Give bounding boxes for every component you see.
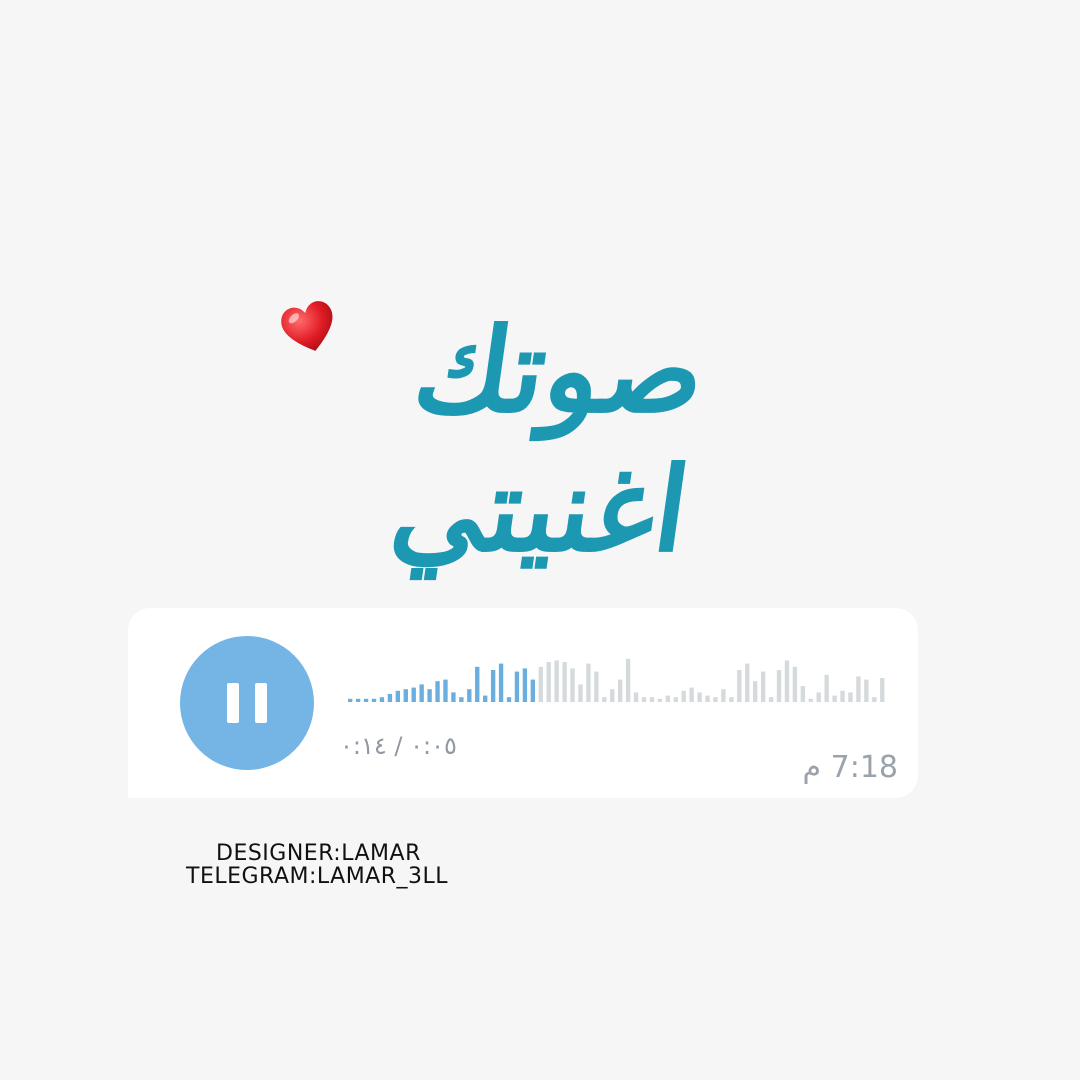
waveform-bar: [570, 668, 575, 702]
waveform-bar: [475, 666, 480, 702]
waveform-bar: [387, 694, 393, 702]
waveform-bar: [737, 670, 742, 702]
waveform-bar: [721, 689, 726, 702]
waveform-bar: [586, 663, 591, 702]
waveform-bar: [880, 678, 885, 702]
waveform-bar: [443, 679, 448, 702]
waveform-bar: [625, 658, 631, 702]
waveform-bar: [498, 663, 504, 702]
title-text: صوتك اغنيتي: [383, 303, 714, 579]
waveform-bar: [729, 697, 734, 702]
waveform-bar: [856, 676, 861, 702]
waveform-bar: [467, 689, 472, 702]
waveform-bar: [506, 697, 512, 702]
waveform-bar: [824, 674, 829, 702]
waveform-bar: [594, 671, 599, 702]
waveform-bar: [348, 698, 353, 702]
waveform-bar: [546, 662, 551, 702]
waveform-bar: [483, 695, 488, 702]
waveform-bar: [427, 689, 432, 702]
waveform-bar: [459, 697, 464, 702]
waveform-bar: [872, 697, 877, 702]
waveform-bar: [689, 687, 694, 702]
waveform-bar: [760, 671, 766, 702]
duration-text: ٠:٠٥ / ٠:١٤: [340, 732, 457, 760]
message-time: 7:18 م: [802, 750, 899, 785]
waveform-bar: [514, 671, 520, 702]
waveform-bar: [665, 695, 671, 702]
waveform-bar: [776, 670, 782, 702]
waveform-bar: [784, 660, 790, 702]
waveform-bar: [379, 697, 385, 702]
waveform-bar: [419, 684, 424, 702]
waveform-bar: [681, 690, 686, 702]
calligraphy-title: صوتك اغنيتي: [262, 232, 838, 578]
waveform-bar: [490, 670, 496, 702]
waveform-bar: [403, 689, 408, 702]
waveform-bar: [864, 679, 869, 702]
waveform-bar: [649, 697, 655, 702]
waveform-bar: [363, 698, 369, 702]
waveform-bar: [610, 689, 615, 702]
waveform-bar: [451, 692, 456, 702]
waveform-bar: [578, 684, 583, 702]
waveform-bar: [562, 662, 567, 702]
credits: DESIGNER:LAMAR TELEGRAM:LAMAR_3LL: [186, 842, 448, 888]
voice-message-bubble: ٠:٠٥ / ٠:١٤ 7:18 م: [128, 608, 918, 798]
waveform-bar: [808, 698, 813, 702]
waveform-bar: [816, 692, 821, 702]
audio-waveform[interactable]: [348, 654, 888, 704]
waveform-bar: [705, 695, 710, 702]
pause-button[interactable]: [180, 636, 314, 770]
canvas: صوتك اغنيتي ٠:٠٥ / ٠:١٤ 7:18 م DESIGNER:…: [0, 0, 1080, 1080]
waveform-bar: [800, 686, 806, 702]
waveform-bar: [554, 660, 559, 702]
waveform-bar: [530, 679, 536, 702]
waveform-bar: [792, 666, 798, 702]
pause-icon: [227, 683, 267, 723]
waveform-bar: [538, 666, 543, 702]
waveform-bar: [371, 698, 377, 702]
waveform-bar: [355, 698, 361, 702]
telegram-credit: TELEGRAM:LAMAR_3LL: [186, 864, 449, 889]
waveform-bar: [673, 697, 678, 702]
designer-credit: DESIGNER:LAMAR: [216, 841, 421, 866]
waveform-bar: [753, 681, 758, 702]
waveform-bar: [395, 690, 401, 702]
waveform-bar: [840, 690, 845, 702]
waveform-bar: [522, 668, 528, 702]
waveform-bar: [697, 692, 702, 702]
waveform-bar: [435, 681, 440, 702]
waveform-bar: [768, 697, 774, 702]
waveform-bar: [641, 697, 647, 702]
waveform-bar: [618, 679, 623, 702]
waveform-bar: [657, 698, 663, 702]
waveform-bar: [411, 687, 416, 702]
waveform-bar: [745, 663, 750, 702]
waveform-bar: [633, 692, 639, 702]
waveform-bar: [848, 692, 853, 702]
waveform-bar: [602, 697, 607, 702]
waveform-bar: [832, 695, 837, 702]
waveform-bar: [713, 697, 718, 702]
